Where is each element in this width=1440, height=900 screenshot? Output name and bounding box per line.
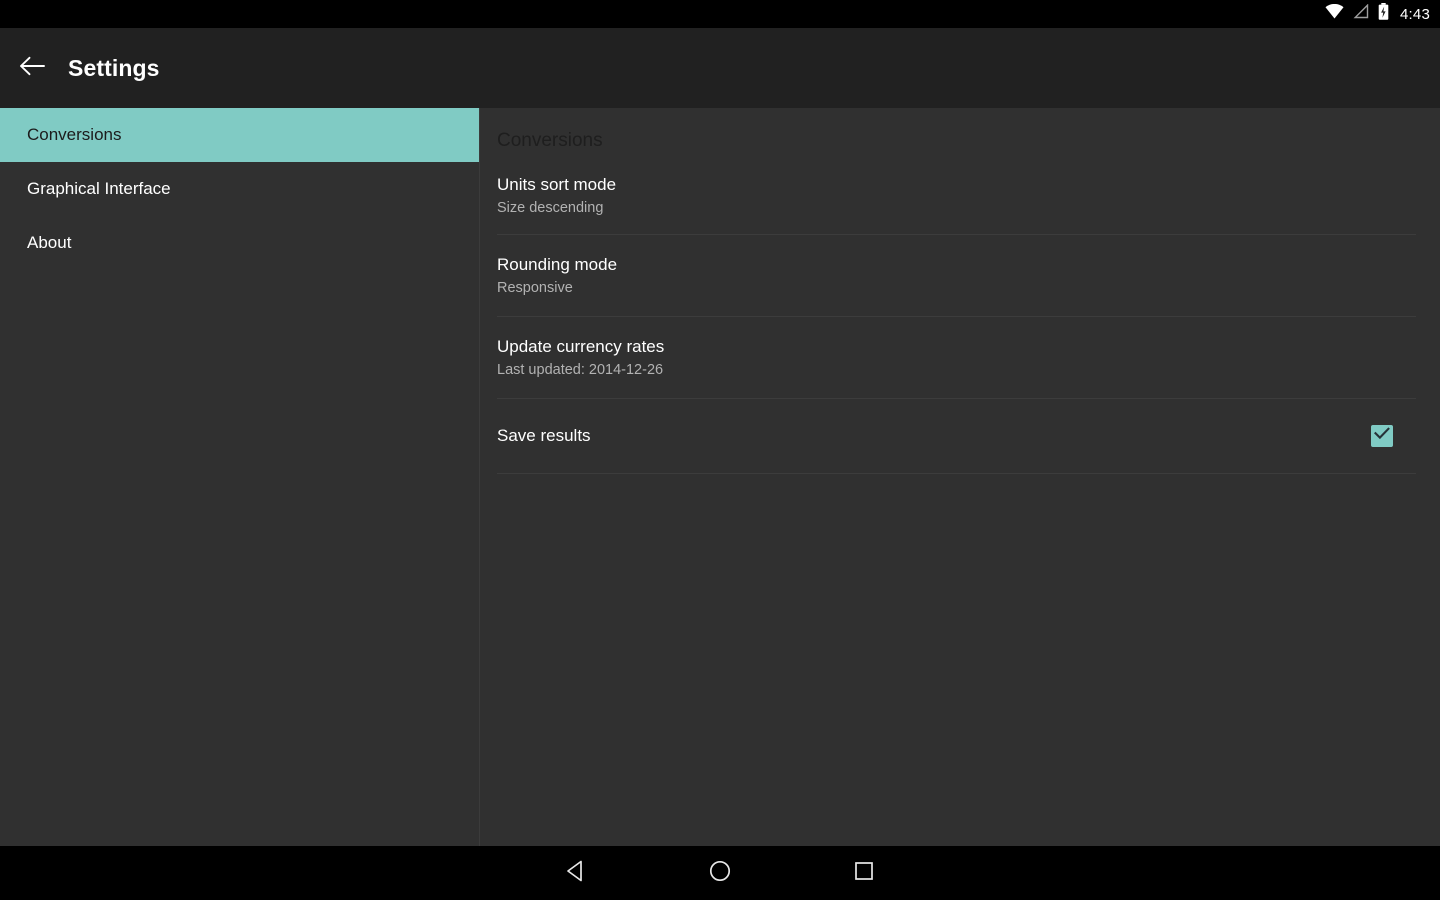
back-triangle-icon bbox=[565, 859, 587, 888]
nav-home-button[interactable] bbox=[672, 846, 768, 900]
page-title: Settings bbox=[68, 54, 160, 81]
sidebar-item-label: Conversions bbox=[27, 125, 122, 144]
preference-summary: Last updated: 2014-12-26 bbox=[497, 361, 664, 378]
sidebar-item-conversions[interactable]: Conversions bbox=[0, 108, 479, 162]
preference-summary: Size descending bbox=[497, 200, 604, 216]
nav-recents-button[interactable] bbox=[816, 846, 912, 900]
preference-pane: Conversions Units sort mode Size descend… bbox=[480, 108, 1440, 846]
preference-text-block: Update currency rates Last updated: 2014… bbox=[497, 336, 1416, 380]
home-circle-icon bbox=[708, 859, 732, 888]
settings-body: Conversions Graphical Interface About Co… bbox=[0, 108, 1440, 846]
recents-square-icon bbox=[853, 860, 875, 887]
checkmark-icon bbox=[1374, 427, 1390, 445]
preference-title: Rounding mode bbox=[497, 254, 618, 274]
arrow-left-icon bbox=[19, 55, 45, 82]
sidebar-item-label: Graphical Interface bbox=[27, 179, 171, 198]
preference-update-currency-rates[interactable]: Update currency rates Last updated: 2014… bbox=[497, 316, 1416, 398]
preference-list: Units sort mode Size descending Rounding… bbox=[497, 170, 1416, 474]
preference-text-block: Units sort mode Size descending bbox=[497, 174, 1416, 218]
preference-text-block: Rounding mode Responsive bbox=[497, 254, 1416, 298]
nav-back-button[interactable] bbox=[528, 846, 624, 900]
back-button[interactable] bbox=[15, 51, 49, 85]
status-bar-clock: 4:43 bbox=[1400, 5, 1430, 23]
status-bar: 4:43 bbox=[0, 0, 1440, 28]
preference-save-results[interactable]: Save results bbox=[497, 398, 1416, 474]
preference-rounding-mode[interactable]: Rounding mode Responsive bbox=[497, 234, 1416, 316]
preference-title: Update currency rates bbox=[497, 336, 665, 356]
preference-section-header: Conversions bbox=[497, 130, 603, 151]
battery-charging-icon bbox=[1378, 3, 1389, 25]
preference-summary: Responsive bbox=[497, 279, 573, 296]
preference-text-block: Save results bbox=[497, 425, 1371, 447]
sidebar-item-about[interactable]: About bbox=[0, 216, 479, 270]
system-navigation-bar bbox=[0, 846, 1440, 900]
preference-title: Units sort mode bbox=[497, 175, 617, 194]
wifi-icon bbox=[1325, 3, 1344, 24]
action-bar: Settings bbox=[0, 28, 1440, 108]
sidebar-item-graphical-interface[interactable]: Graphical Interface bbox=[0, 162, 479, 216]
save-results-checkbox[interactable] bbox=[1371, 425, 1393, 447]
signal-icon bbox=[1353, 3, 1369, 24]
preference-title: Save results bbox=[497, 426, 591, 445]
status-icon-group bbox=[1325, 3, 1389, 25]
sidebar-item-label: About bbox=[27, 233, 72, 252]
settings-headers-sidebar: Conversions Graphical Interface About bbox=[0, 108, 480, 846]
preference-units-sort-mode[interactable]: Units sort mode Size descending bbox=[497, 170, 1416, 234]
